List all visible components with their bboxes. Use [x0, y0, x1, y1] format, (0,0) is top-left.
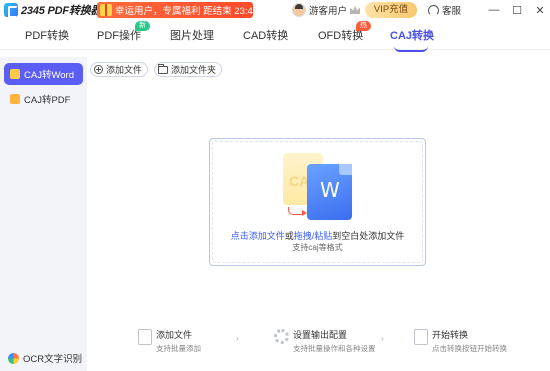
ocr-button[interactable]: OCR文字识别	[8, 351, 82, 365]
app-title: 2345 PDF转换器	[21, 5, 102, 17]
supported-formats-text: 支持caj等格式	[292, 243, 343, 252]
step-title: 开始转换	[432, 330, 469, 340]
add-file-label: 添加文件	[106, 65, 143, 75]
add-file-step-icon	[138, 329, 152, 345]
ocr-icon	[8, 352, 19, 364]
ocr-label: OCR文字识别	[23, 354, 83, 365]
tab-label: CAJ转换	[390, 30, 435, 42]
step-title: 添加文件	[156, 330, 193, 340]
crown-icon	[350, 6, 361, 14]
tab-caj-convert[interactable]: CAJ转换	[390, 27, 435, 52]
tab-pdf-operations[interactable]: PDF操作 新	[97, 21, 150, 43]
hot-badge: 热	[356, 21, 371, 31]
tab-label: CAD转换	[243, 30, 289, 42]
convert-arrow-icon	[288, 207, 307, 216]
sidebar-item-caj-to-pdf[interactable]: CAJ转PDF	[4, 88, 83, 110]
tab-label: PDF操作	[97, 30, 141, 42]
step-desc: 支持批量操作和各种设置	[293, 344, 376, 353]
add-folder-button[interactable]: 添加文件夹	[154, 62, 223, 77]
app-logo: 2345 PDF转换器	[4, 2, 102, 18]
logo-icon	[4, 3, 18, 18]
user-name: 游客用户	[309, 6, 348, 17]
pdf-file-icon	[10, 94, 20, 104]
service-label: 客服	[442, 6, 462, 17]
click-add-link[interactable]: 点击添加文件	[231, 231, 285, 241]
add-folder-label: 添加文件夹	[171, 65, 217, 75]
add-file-button[interactable]: 添加文件	[90, 62, 149, 77]
maximize-button[interactable]: ☐	[509, 2, 525, 18]
vip-recharge-button[interactable]: VIP充值	[365, 2, 417, 18]
customer-service-button[interactable]: 客服	[428, 3, 461, 17]
tab-cad-convert[interactable]: CAD转换	[243, 27, 288, 43]
gift-icon	[100, 4, 112, 16]
chevron-right-icon: ›	[381, 334, 384, 343]
word-icon-label: W	[320, 178, 340, 202]
title-bar: 2345 PDF转换器 幸运用户，专属福利 距结束 23:48:18 游客用户 …	[0, 0, 550, 20]
drop-zone-instructions: 点击添加文件或拖拽/粘贴到空白处添加文件	[210, 229, 425, 242]
step-desc: 点击转换按钮开始转换	[432, 344, 507, 353]
document-step-icon	[414, 329, 428, 345]
sidebar-item-label: CAJ转PDF	[24, 95, 71, 106]
step-output-settings: 设置输出配置 支持批量操作和各种设置	[274, 328, 376, 354]
user-profile[interactable]: 游客用户	[292, 3, 361, 17]
drop-text-or: 或	[284, 231, 294, 241]
active-tab-indicator	[394, 46, 428, 52]
tab-image-processing[interactable]: 图片处理	[170, 27, 214, 43]
file-drop-zone[interactable]: CAJ W 点击添加文件或拖拽/粘贴到空白处添加文件 支持caj等格式	[209, 138, 426, 266]
plus-icon	[94, 65, 103, 74]
main-nav: PDF转换 PDF操作 新 图片处理 CAD转换 OFD转换 热 CAJ转换	[0, 20, 550, 52]
step-desc: 支持批量添加	[156, 344, 201, 353]
tab-ofd-convert[interactable]: OFD转换 热	[318, 21, 371, 43]
new-badge: 新	[135, 21, 150, 31]
avatar	[292, 3, 306, 17]
chevron-right-icon: ›	[236, 334, 239, 343]
step-add-files: 添加文件 支持批量添加	[138, 328, 201, 354]
drop-text-tail: 到空白处添加文件	[332, 231, 405, 241]
sidebar-item-label: CAJ转Word	[24, 70, 74, 81]
folder-icon	[158, 63, 168, 74]
sidebar: CAJ转Word CAJ转PDF OCR文字识别	[0, 57, 87, 371]
tab-pdf-convert[interactable]: PDF转换	[25, 27, 69, 43]
word-file-icon	[10, 69, 20, 79]
gear-icon	[274, 329, 289, 344]
step-title: 设置输出配置	[293, 330, 348, 340]
promo-banner[interactable]: 幸运用户，专属福利 距结束 23:48:18	[97, 2, 271, 18]
close-button[interactable]: ✕	[532, 2, 548, 18]
tab-label: 图片处理	[170, 30, 214, 42]
promo-text: 幸运用户，专属福利 距结束 23:48:18	[115, 6, 272, 17]
word-file-fold	[339, 164, 352, 175]
tab-label: OFD转换	[318, 30, 364, 42]
sidebar-item-caj-to-word[interactable]: CAJ转Word	[4, 63, 83, 85]
minimize-button[interactable]: —	[486, 2, 502, 18]
headset-icon	[428, 4, 439, 16]
step-start-convert: 开始转换 点击转换按钮开始转换	[414, 328, 507, 354]
drag-paste-text: 拖拽/粘贴	[293, 231, 333, 241]
tab-label: PDF转换	[25, 30, 69, 42]
